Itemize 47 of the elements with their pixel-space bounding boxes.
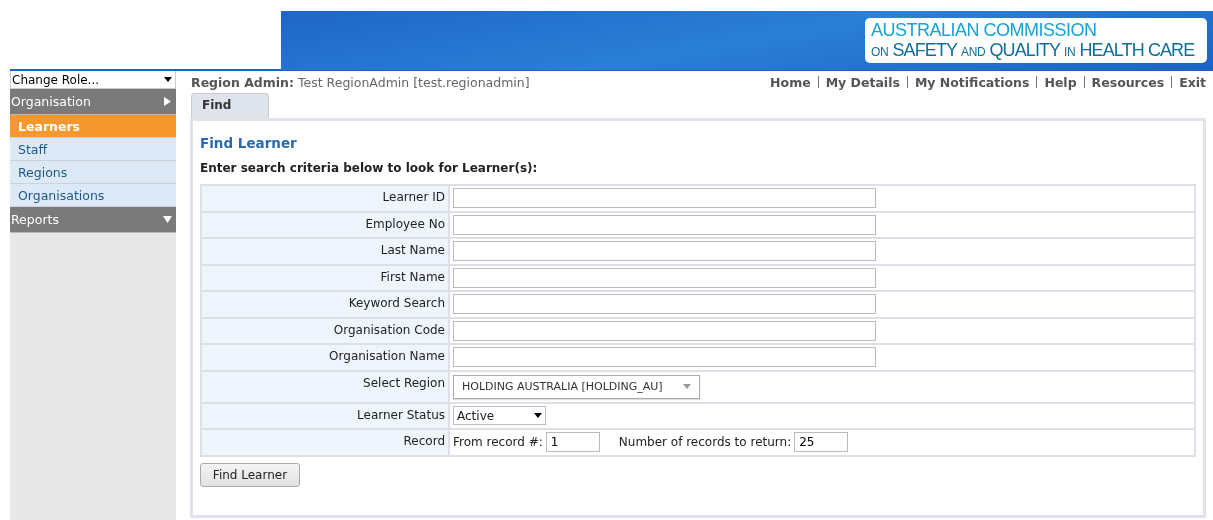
text-input-field[interactable] [453, 267, 876, 288]
nav-link[interactable]: Resources [1091, 74, 1165, 90]
nav-link[interactable]: My Details [825, 74, 900, 90]
nav-link[interactable]: Exit [1179, 74, 1206, 90]
down-triangle-icon [163, 215, 172, 224]
from-record-label: From record #: [453, 435, 543, 450]
logo-title: AUSTRALIAN COMMISSION [871, 20, 1098, 41]
menu-section-header[interactable]: Reports [10, 207, 176, 233]
sidebar-item[interactable]: Organisations [10, 184, 176, 207]
region-select[interactable]: HOLDING AUSTRALIA [HOLDING_AU] [453, 374, 700, 399]
find-learner-button[interactable]: Find Learner [200, 462, 300, 487]
field-label: Keyword Search [201, 291, 449, 318]
text-input-field[interactable] [453, 188, 876, 209]
text-input-field[interactable] [453, 347, 876, 368]
nav-link[interactable]: Home [770, 74, 811, 90]
nav-link[interactable]: My Notifications [914, 74, 1030, 90]
nav-link[interactable]: Help [1044, 74, 1077, 90]
text-input-field[interactable] [453, 214, 876, 235]
sidebar-item[interactable]: Regions [10, 161, 176, 184]
field-label: Last Name [201, 238, 449, 265]
dropdown-caret-icon [534, 413, 542, 419]
form-title: Find Learner [200, 135, 298, 151]
field-label: Employee No [201, 211, 449, 238]
tab[interactable]: Find [191, 93, 269, 118]
record-count-label: Number of records to return: [618, 435, 792, 450]
field-label: Record [201, 429, 449, 456]
status-select[interactable]: Active [453, 406, 546, 426]
record-count-field[interactable]: 25 [794, 432, 849, 453]
field-label: Learner Status [201, 402, 449, 429]
user-info: Region Admin: Test RegionAdmin [test.regionadmin] [191, 74, 530, 90]
field-label: Select Region [201, 370, 449, 403]
sidebar-item[interactable]: Staff [10, 138, 176, 161]
field-label: First Name [201, 264, 449, 291]
menu-section-header[interactable]: Organisation [10, 89, 176, 115]
right-triangle-icon [163, 97, 172, 106]
field-label: Organisation Code [201, 317, 449, 344]
text-input-field[interactable] [453, 320, 876, 341]
field-label: Organisation Name [201, 344, 449, 371]
field-label: Learner ID [201, 185, 449, 212]
dropdown-caret-icon [164, 77, 172, 82]
text-input-field[interactable] [453, 241, 876, 262]
text-input-field[interactable] [453, 294, 876, 315]
dropdown-caret-icon [682, 384, 691, 389]
from-record-field[interactable]: 1 [545, 432, 600, 453]
change-role-select[interactable]: Change Role... [10, 71, 176, 89]
logo-subtitle: ON SAFETY AND QUALITY IN HEALTH CARE [871, 40, 1195, 61]
instruction-text: Enter search criteria below to look for Learner(s): [200, 161, 539, 175]
